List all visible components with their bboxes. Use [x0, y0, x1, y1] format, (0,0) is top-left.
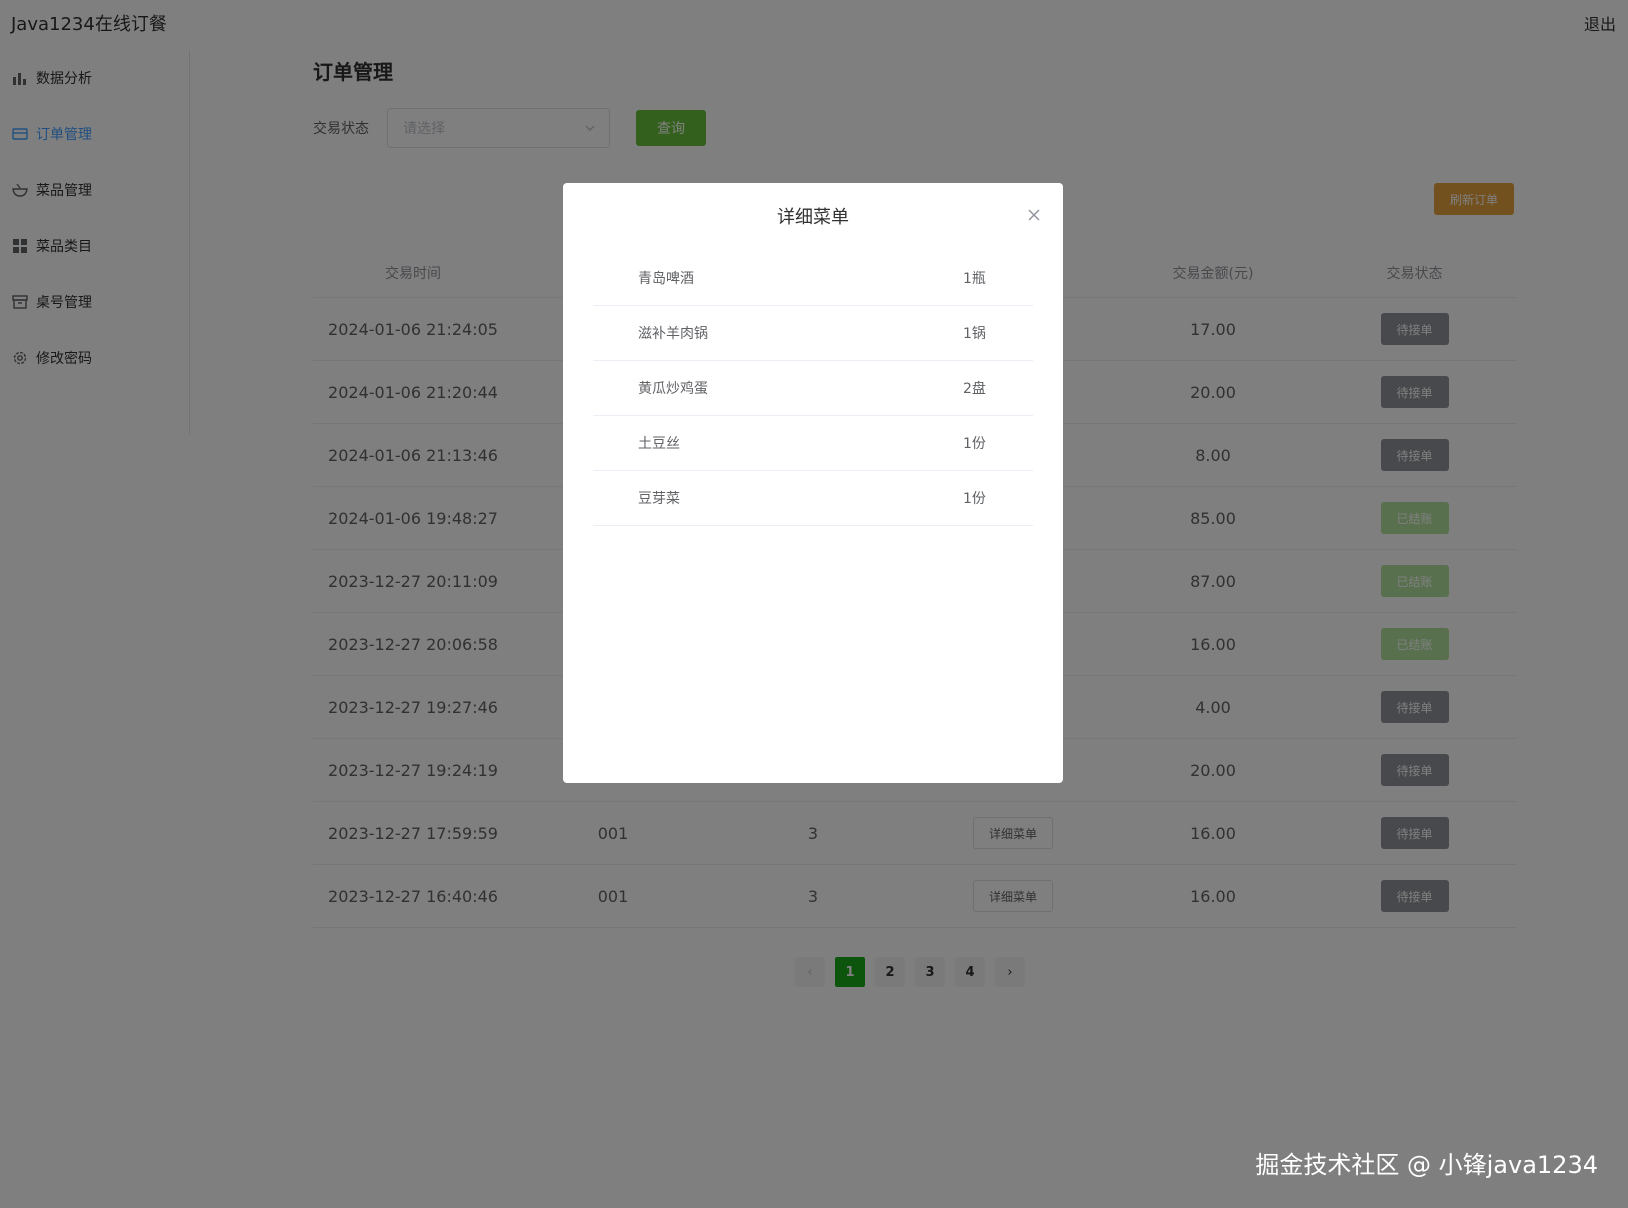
- list-item: 青岛啤酒 1瓶: [593, 251, 1033, 306]
- dish-qty: 1瓶: [963, 271, 986, 287]
- dish-qty: 1锅: [963, 326, 986, 342]
- detail-menu-dialog: 详细菜单 青岛啤酒 1瓶 滋补羊肉锅 1锅 黄瓜炒鸡蛋 2盘 土豆丝 1份 豆芽…: [563, 183, 1063, 783]
- list-item: 豆芽菜 1份: [593, 471, 1033, 526]
- dish-qty: 1份: [963, 436, 986, 452]
- list-item: 土豆丝 1份: [593, 416, 1033, 471]
- list-item: 滋补羊肉锅 1锅: [593, 306, 1033, 361]
- dish-name: 豆芽菜: [638, 491, 680, 507]
- dish-name: 土豆丝: [638, 436, 680, 452]
- list-item: 黄瓜炒鸡蛋 2盘: [593, 361, 1033, 416]
- close-icon[interactable]: [1027, 207, 1041, 221]
- dish-name: 青岛啤酒: [638, 271, 694, 287]
- dish-qty: 1份: [963, 491, 986, 507]
- dish-name: 黄瓜炒鸡蛋: [638, 381, 708, 397]
- dish-name: 滋补羊肉锅: [638, 326, 708, 342]
- dish-qty: 2盘: [963, 381, 986, 397]
- dish-list: 青岛啤酒 1瓶 滋补羊肉锅 1锅 黄瓜炒鸡蛋 2盘 土豆丝 1份 豆芽菜 1份: [593, 251, 1033, 526]
- watermark: 掘金技术社区 @ 小锋java1234: [1255, 1151, 1598, 1179]
- dialog-title: 详细菜单: [777, 207, 849, 228]
